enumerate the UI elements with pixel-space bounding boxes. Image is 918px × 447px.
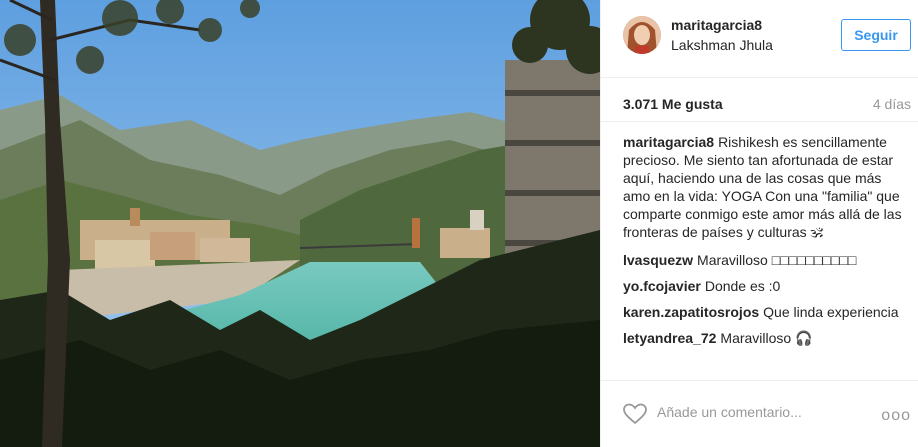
caption-username[interactable]: maritagarcia8 — [623, 134, 714, 150]
comment-text: Donde es :0 — [704, 278, 781, 294]
comment-username[interactable]: yo.fcojavier — [623, 278, 701, 294]
comment-text: Maravilloso 🎧 — [720, 330, 813, 346]
comment: lvasquezw Maravilloso □□□□□□□□□□ — [623, 251, 909, 269]
heart-icon[interactable] — [623, 403, 647, 425]
comment-username[interactable]: karen.zapatitosrojos — [623, 304, 759, 320]
rishikesh-landscape-image — [0, 0, 600, 447]
caption: maritagarcia8 Rishikesh es sencillamente … — [623, 133, 909, 241]
add-comment-input[interactable]: Añade un comentario... — [657, 404, 802, 420]
post-location[interactable]: Lakshman Jhula — [671, 37, 773, 53]
instagram-post: maritagarcia8 Lakshman Jhula Seguir 3.07… — [0, 0, 918, 447]
post-sidebar: maritagarcia8 Lakshman Jhula Seguir 3.07… — [600, 0, 918, 447]
post-header: maritagarcia8 Lakshman Jhula Seguir — [601, 0, 918, 78]
follow-button[interactable]: Seguir — [841, 19, 911, 51]
post-photo[interactable] — [0, 0, 600, 447]
comment-username[interactable]: lvasquezw — [623, 252, 693, 268]
likes-count[interactable]: 3.071 Me gusta — [623, 96, 723, 112]
comments-list: maritagarcia8 Rishikesh es sencillamente … — [623, 133, 909, 355]
post-meta: 3.071 Me gusta 4 días — [601, 78, 918, 122]
post-username[interactable]: maritagarcia8 — [671, 17, 762, 33]
comment: letyandrea_72 Maravilloso 🎧 — [623, 329, 909, 347]
post-time[interactable]: 4 días — [873, 96, 911, 112]
avatar[interactable] — [623, 16, 661, 54]
comment: karen.zapatitosrojos Que linda experienci… — [623, 303, 909, 321]
more-options-icon[interactable]: ooo — [881, 408, 911, 424]
comment-username[interactable]: letyandrea_72 — [623, 330, 716, 346]
comment-text: Que linda experiencia — [763, 304, 899, 320]
comment-text: Maravilloso □□□□□□□□□□ — [697, 252, 857, 268]
post-footer: Añade un comentario... ooo — [601, 380, 918, 447]
comment: yo.fcojavier Donde es :0 — [623, 277, 909, 295]
